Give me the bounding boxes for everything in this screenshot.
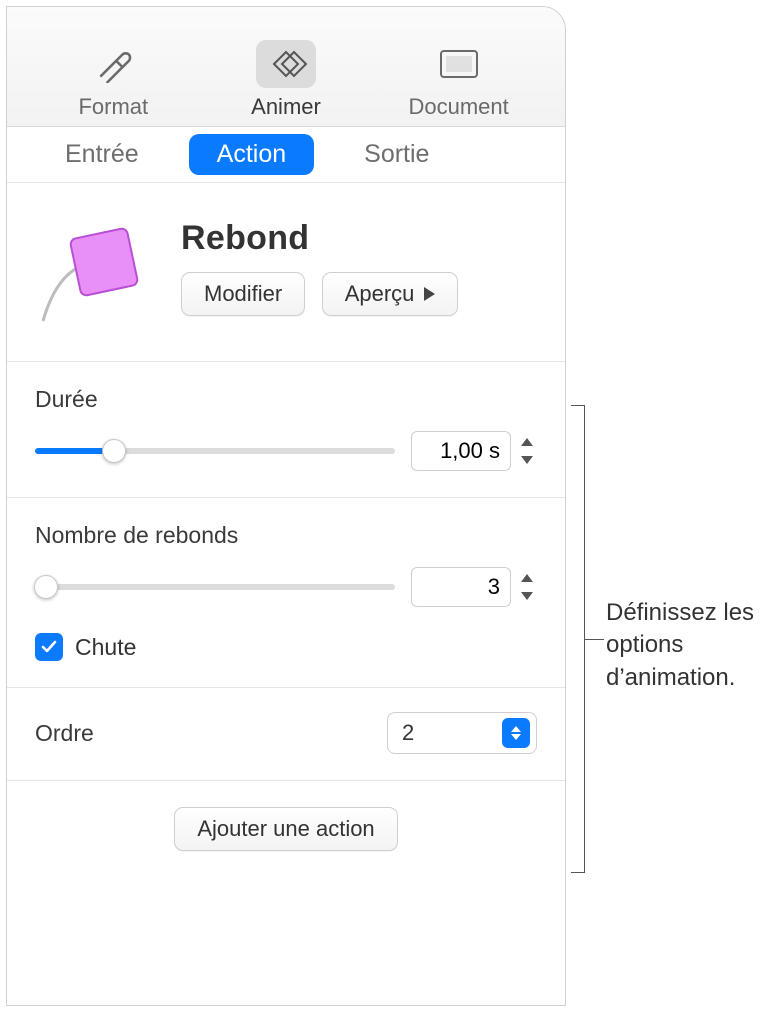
order-label: Ordre	[35, 720, 94, 747]
fall-label: Chute	[75, 634, 136, 661]
document-icon	[429, 40, 489, 88]
inspector-panel: Format Animer Document	[6, 6, 566, 1006]
chevron-up-icon	[521, 574, 533, 582]
toolbar-animate-label: Animer	[251, 94, 321, 120]
bounces-step-up[interactable]	[517, 570, 537, 586]
toolbar-document[interactable]: Document	[399, 40, 519, 120]
order-value: 2	[402, 720, 414, 746]
preview-label: Aperçu	[345, 281, 415, 307]
duration-step-down[interactable]	[517, 452, 537, 468]
slider-thumb[interactable]	[102, 439, 126, 463]
tab-action[interactable]: Action	[189, 134, 314, 175]
bounces-label: Nombre de rebonds	[35, 522, 537, 549]
effect-header: Rebond Modifier Aperçu	[7, 183, 565, 362]
slider-thumb[interactable]	[34, 575, 58, 599]
bounce-icon	[35, 219, 155, 327]
duration-step-up[interactable]	[517, 434, 537, 450]
callout-bracket	[571, 405, 585, 873]
add-action-button[interactable]: Ajouter une action	[174, 807, 397, 851]
duration-input[interactable]	[411, 431, 511, 471]
footer: Ajouter une action	[7, 781, 565, 877]
fall-checkbox[interactable]	[35, 633, 63, 661]
tab-build-out[interactable]: Sortie	[336, 134, 457, 175]
checkmark-icon	[40, 638, 58, 656]
select-chevrons-icon	[502, 718, 530, 748]
animation-tabs: Entrée Action Sortie	[7, 127, 565, 183]
bounces-slider[interactable]	[35, 575, 395, 599]
toolbar-format-label: Format	[78, 94, 148, 120]
order-select[interactable]: 2	[387, 712, 537, 754]
format-icon	[83, 40, 143, 88]
toolbar-document-label: Document	[409, 94, 509, 120]
duration-stepper	[411, 431, 537, 471]
chevron-down-icon	[521, 592, 533, 600]
tab-build-in[interactable]: Entrée	[37, 134, 167, 175]
duration-section: Durée	[7, 362, 565, 498]
chevron-up-icon	[521, 438, 533, 446]
play-icon	[424, 287, 435, 301]
chevron-down-icon	[521, 456, 533, 464]
bounces-input[interactable]	[411, 567, 511, 607]
bounces-step-down[interactable]	[517, 588, 537, 604]
toolbar: Format Animer Document	[7, 7, 565, 127]
duration-label: Durée	[35, 386, 537, 413]
effect-title: Rebond	[181, 219, 458, 258]
bounces-stepper	[411, 567, 537, 607]
toolbar-format[interactable]: Format	[53, 40, 173, 120]
toolbar-animate[interactable]: Animer	[226, 40, 346, 120]
duration-slider[interactable]	[35, 439, 395, 463]
preview-button[interactable]: Aperçu	[322, 272, 459, 316]
callout-text: Définissez les options d’animation.	[606, 597, 776, 694]
order-section: Ordre 2	[7, 688, 565, 781]
bounces-section: Nombre de rebonds	[7, 498, 565, 688]
modify-button[interactable]: Modifier	[181, 272, 305, 316]
animate-icon	[256, 40, 316, 88]
